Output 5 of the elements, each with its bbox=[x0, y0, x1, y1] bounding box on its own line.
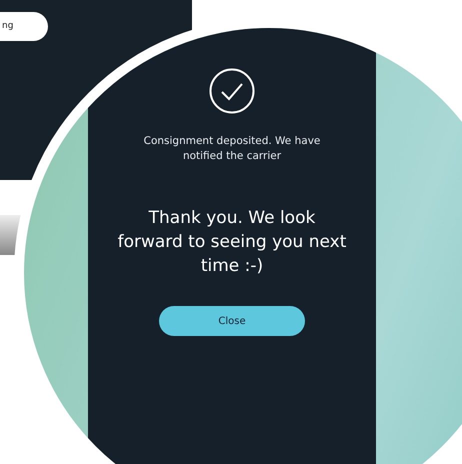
status-message: Consignment deposited. We have notified the carrier bbox=[142, 134, 322, 164]
thank-you-text: Thank you. We look forward to seeing you next time :-) bbox=[117, 207, 347, 278]
close-button[interactable]: Close bbox=[159, 306, 305, 336]
check-circle-icon bbox=[209, 68, 255, 114]
back-button[interactable]: ng bbox=[0, 12, 48, 41]
